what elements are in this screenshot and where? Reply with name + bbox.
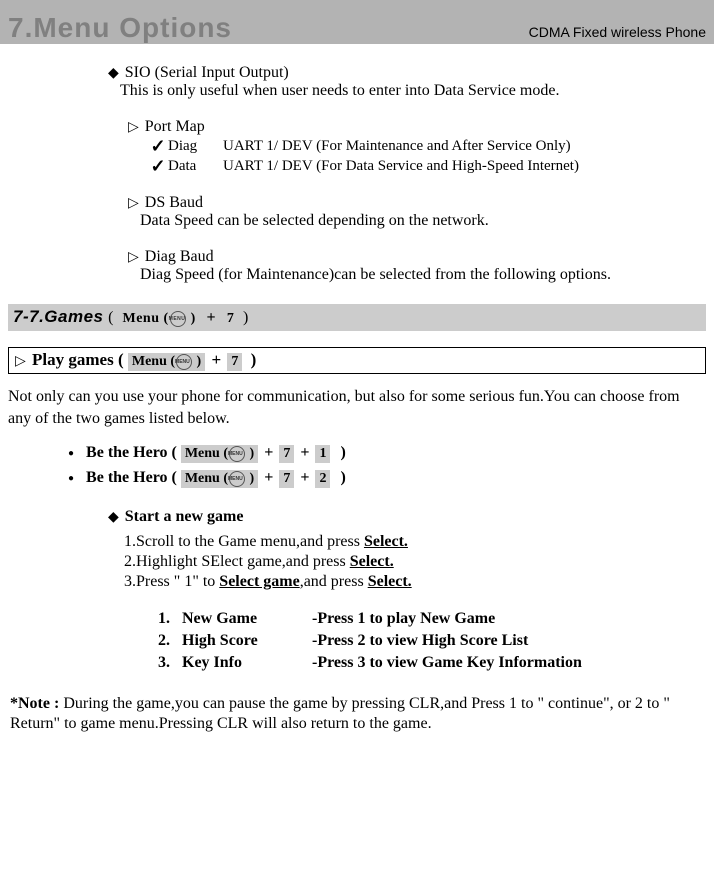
key-1: 1 bbox=[315, 445, 330, 463]
game-1: Be the Hero ( Menu ( ) + 7 + 1 ) bbox=[68, 444, 706, 463]
diagbaud-title: Diag Baud bbox=[145, 248, 214, 265]
portmap-row-diag: Diag UART 1/ DEV (For Maintenance and Af… bbox=[148, 136, 706, 156]
option-list: 1. New Game -Press 1 to play New Game 2.… bbox=[158, 608, 706, 674]
page-content: SIO (Serial Input Output) This is only u… bbox=[0, 44, 714, 742]
menu-icon bbox=[229, 446, 245, 462]
diagbaud-section: Diag Baud Diag Speed (for Maintenance)ca… bbox=[128, 248, 706, 284]
start-steps: 1.Scroll to the Game menu,and press Sele… bbox=[124, 532, 706, 592]
option-key-info: 3. Key Info -Press 3 to view Game Key In… bbox=[158, 652, 706, 674]
portmap-diag-label: Diag bbox=[168, 136, 223, 156]
check-icon bbox=[148, 136, 168, 156]
bullet-icon bbox=[68, 469, 82, 486]
menu-icon bbox=[176, 354, 192, 370]
page-header: 7.Menu Options CDMA Fixed wireless Phone bbox=[0, 0, 714, 44]
diamond-icon bbox=[108, 65, 119, 82]
menu-key: Menu ( ) bbox=[181, 445, 258, 463]
play-games-close: ) bbox=[251, 350, 257, 369]
key-7: 7 bbox=[279, 470, 294, 488]
sio-section: SIO (Serial Input Output) This is only u… bbox=[108, 64, 706, 100]
page-title: 7.Menu Options bbox=[8, 12, 232, 44]
start-game-section: Start a new game bbox=[108, 508, 706, 526]
triangle-icon bbox=[128, 249, 139, 266]
portmap-data-val: UART 1/ DEV (For Data Service and High-S… bbox=[223, 156, 579, 176]
triangle-icon bbox=[128, 195, 139, 212]
triangle-icon bbox=[128, 119, 139, 136]
section-7-7-title: 7-7.Games bbox=[13, 307, 104, 326]
start-title: Start a new game bbox=[125, 508, 244, 525]
portmap-diag-val: UART 1/ DEV (For Maintenance and After S… bbox=[223, 136, 571, 156]
key-7: 7 bbox=[279, 445, 294, 463]
diamond-icon bbox=[108, 509, 119, 526]
option-high-score: 2. High Score -Press 2 to view High Scor… bbox=[158, 630, 706, 652]
play-games-title: Play games ( bbox=[32, 350, 124, 369]
menu-key: Menu ( ) bbox=[119, 310, 200, 328]
triangle-icon bbox=[15, 353, 26, 370]
note-text: During the game,you can pause the game b… bbox=[10, 695, 670, 732]
section-7-7-header: 7-7.Games ( Menu ( ) + 7 ) bbox=[8, 304, 706, 331]
bullet-icon bbox=[68, 444, 82, 461]
dsbaud-desc: Data Speed can be selected depending on … bbox=[140, 212, 706, 230]
page-subtitle: CDMA Fixed wireless Phone bbox=[529, 24, 706, 44]
menu-icon bbox=[229, 471, 245, 487]
menu-key: Menu ( ) bbox=[128, 353, 205, 371]
step-2: 2.Highlight SElect game,and press Select… bbox=[124, 552, 706, 572]
key-7: 7 bbox=[227, 353, 242, 371]
check-icon bbox=[148, 156, 168, 176]
step-3: 3.Press " 1" to Select game,and press Se… bbox=[124, 572, 706, 592]
dsbaud-title: DS Baud bbox=[145, 194, 203, 211]
key-7: 7 bbox=[223, 310, 239, 328]
menu-icon bbox=[170, 311, 186, 327]
portmap-title: Port Map bbox=[145, 118, 205, 135]
game-list: Be the Hero ( Menu ( ) + 7 + 1 ) Be the … bbox=[68, 444, 706, 488]
portmap-row-data: Data UART 1/ DEV (For Data Service and H… bbox=[148, 156, 706, 176]
sio-desc: This is only useful when user needs to e… bbox=[120, 82, 706, 100]
note: *Note : During the game,you can pause th… bbox=[8, 694, 706, 734]
portmap-data-label: Data bbox=[168, 156, 223, 176]
option-new-game: 1. New Game -Press 1 to play New Game bbox=[158, 608, 706, 630]
diagbaud-desc: Diag Speed (for Maintenance)can be selec… bbox=[140, 266, 706, 284]
play-games-row: Play games ( Menu ( ) + 7 ) bbox=[8, 347, 706, 374]
menu-key: Menu ( ) bbox=[181, 470, 258, 488]
note-label: *Note : bbox=[10, 695, 63, 712]
game-2: Be the Hero ( Menu ( ) + 7 + 2 ) bbox=[68, 469, 706, 488]
portmap-section: Port Map bbox=[128, 118, 706, 136]
dsbaud-section: DS Baud Data Speed can be selected depen… bbox=[128, 194, 706, 230]
key-2: 2 bbox=[315, 470, 330, 488]
sio-title: SIO (Serial Input Output) bbox=[125, 64, 289, 81]
step-1: 1.Scroll to the Game menu,and press Sele… bbox=[124, 532, 706, 552]
intro-text: Not only can you use your phone for comm… bbox=[8, 386, 706, 430]
